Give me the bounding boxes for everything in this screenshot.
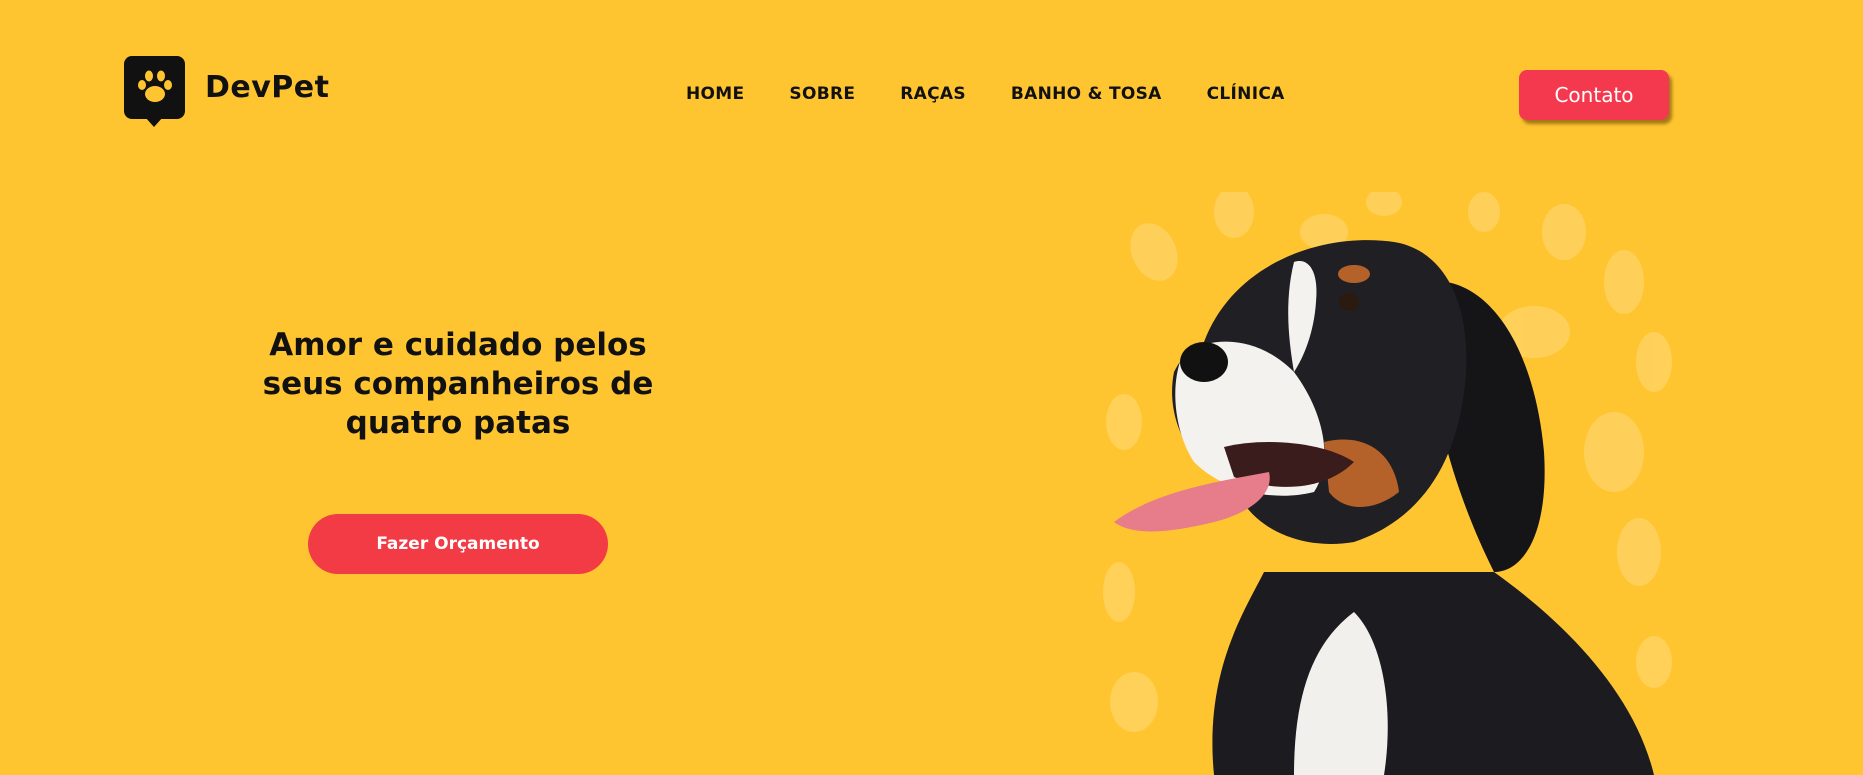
dog-hero-image (1094, 192, 1684, 775)
nav-item-banho-tosa[interactable]: BANHO & TOSA (1011, 84, 1162, 104)
brand-logo[interactable]: DevPet (124, 56, 330, 127)
hero-title: Amor e cuidado pelos seus companheiros d… (262, 327, 654, 441)
quote-button[interactable]: Fazer Orçamento (308, 514, 608, 574)
paw-icon (124, 56, 185, 127)
main-nav: HOME SOBRE RAÇAS BANHO & TOSA CLÍNICA (686, 84, 1285, 104)
nav-item-clinica[interactable]: CLÍNICA (1207, 84, 1285, 104)
nav-item-racas[interactable]: RAÇAS (900, 84, 966, 104)
nav-item-home[interactable]: HOME (686, 84, 744, 104)
brand-name: DevPet (205, 70, 330, 105)
nav-item-sobre[interactable]: SOBRE (789, 84, 855, 104)
landing-page: DevPet HOME SOBRE RAÇAS BANHO & TOSA CLÍ… (0, 0, 1863, 775)
contact-button[interactable]: Contato (1519, 70, 1669, 120)
